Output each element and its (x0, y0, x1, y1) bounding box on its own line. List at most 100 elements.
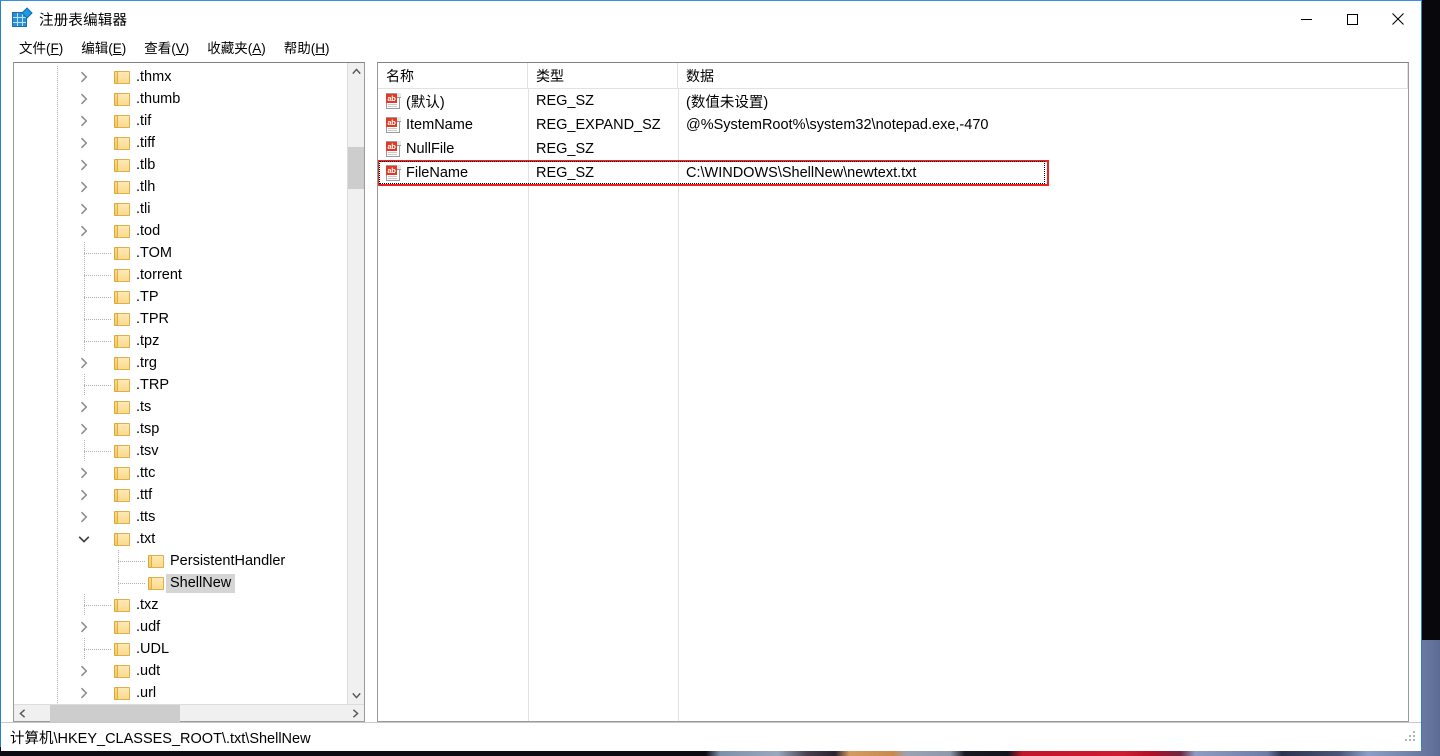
tree-item-persistenthandler[interactable]: PersistentHandler (14, 550, 347, 572)
tree-item-tsp[interactable]: .tsp (14, 418, 347, 440)
tree-vertical-scrollbar[interactable] (347, 63, 364, 704)
column-header-3[interactable]: 数据 (678, 63, 1408, 88)
tree-item-ts[interactable]: .ts (14, 396, 347, 418)
value-row[interactable]: ab (默认) REG_SZ (数值未设置) (378, 89, 1408, 113)
chevron-right-icon[interactable] (76, 619, 92, 635)
folder-icon (114, 620, 130, 635)
tree-item-tlb[interactable]: .tlb (14, 154, 347, 176)
tree-item-tpz[interactable]: .tpz (14, 330, 347, 352)
chevron-right-icon[interactable] (76, 113, 92, 129)
tree-item-label: .TPR (136, 311, 170, 327)
tree-item-ttc[interactable]: .ttc (14, 462, 347, 484)
tree-item-trp[interactable]: .TRP (14, 374, 347, 396)
values-list[interactable]: ab (默认) REG_SZ (数值未设置) ab ItemName REG_EXPAND_… (378, 89, 1408, 721)
menu-item-1[interactable]: 文件(F) (10, 37, 72, 60)
tree-guide-lines (14, 110, 347, 132)
tree-vscroll-track[interactable] (347, 80, 364, 687)
tree-guide-lines (14, 396, 347, 418)
tree-item-label: .TP (136, 289, 159, 305)
menu-item-4[interactable]: 收藏夹(A) (198, 37, 275, 60)
chevron-down-icon[interactable] (76, 531, 92, 547)
chevron-right-icon[interactable] (76, 179, 92, 195)
folder-icon (114, 70, 130, 85)
tree-item-shellnew[interactable]: ShellNew (14, 572, 347, 594)
tree-item-tiff[interactable]: .tiff (14, 132, 347, 154)
tree-item-thumb[interactable]: .thumb (14, 88, 347, 110)
chevron-right-icon[interactable] (76, 157, 92, 173)
value-row[interactable]: ab FileName REG_SZ C:\WINDOWS\ShellNew\newt… (378, 161, 1408, 185)
chevron-right-icon[interactable] (76, 355, 92, 371)
tree-item-tli[interactable]: .tli (14, 198, 347, 220)
tree-guide-lines (14, 660, 347, 682)
chevron-right-icon[interactable] (76, 465, 92, 481)
menu-item-3[interactable]: 查看(V) (135, 37, 198, 60)
folder-icon (114, 378, 130, 393)
column-header-1[interactable]: 名称 (378, 63, 528, 88)
tree-item-udt[interactable]: .udt (14, 660, 347, 682)
tree-item-tlh[interactable]: .tlh (14, 176, 347, 198)
value-name: FileName (406, 165, 469, 181)
chevron-right-icon[interactable] (76, 685, 92, 701)
tree-item-tpr[interactable]: .TPR (14, 308, 347, 330)
menu-item-5[interactable]: 帮助(H) (275, 37, 339, 60)
tree-item-udf[interactable]: .udf (14, 616, 347, 638)
chevron-right-icon[interactable] (76, 421, 92, 437)
chevron-right-icon[interactable] (76, 399, 92, 415)
folder-icon (114, 334, 130, 349)
registry-tree[interactable]: .thmx .thumb .tif .tiff .tlb .tlh .tli .tod .TOM… (14, 63, 347, 704)
scroll-down-icon[interactable] (348, 687, 365, 704)
tree-guide-lines (14, 242, 347, 264)
chevron-right-icon[interactable] (76, 223, 92, 239)
value-row[interactable]: ab NullFile REG_SZ (378, 137, 1408, 161)
tree-item-tom[interactable]: .TOM (14, 242, 347, 264)
resize-grip-icon[interactable] (1405, 731, 1417, 743)
tree-guide-lines (14, 638, 347, 660)
tree-item-label: .tlb (136, 157, 156, 173)
tree-item-udl[interactable]: .UDL (14, 638, 347, 660)
column-header-label: 名称 (386, 67, 414, 84)
scroll-up-icon[interactable] (348, 63, 365, 80)
menu-item-2[interactable]: 编辑(E) (72, 37, 135, 60)
tree-vscroll-thumb[interactable] (347, 146, 364, 190)
tree-item-tif[interactable]: .tif (14, 110, 347, 132)
tree-item-url[interactable]: .url (14, 682, 347, 704)
chevron-right-icon[interactable] (76, 69, 92, 85)
close-button[interactable] (1375, 1, 1421, 37)
tree-item-tod[interactable]: .tod (14, 220, 347, 242)
chevron-right-icon[interactable] (76, 509, 92, 525)
status-path: 计算机\HKEY_CLASSES_ROOT\.txt\ShellNew (10, 730, 311, 747)
value-data: (数值未设置) (686, 94, 769, 111)
chevron-right-icon[interactable] (76, 487, 92, 503)
values-column-header[interactable]: 名称 类型 数据 (378, 63, 1408, 89)
tree-item-tsv[interactable]: .tsv (14, 440, 347, 462)
chevron-right-icon[interactable] (76, 91, 92, 107)
tree-item-torrent[interactable]: .torrent (14, 264, 347, 286)
column-header-2[interactable]: 类型 (528, 63, 678, 88)
chevron-right-icon[interactable] (76, 201, 92, 217)
tree-item-txt[interactable]: .txt (14, 528, 347, 550)
chevron-right-icon[interactable] (76, 663, 92, 679)
tree-item-ttf[interactable]: .ttf (14, 484, 347, 506)
window-controls (1283, 1, 1421, 37)
tree-item-trg[interactable]: .trg (14, 352, 347, 374)
tree-horizontal-scrollbar[interactable] (14, 704, 364, 722)
minimize-button[interactable] (1283, 1, 1329, 37)
tree-item-tp[interactable]: .TP (14, 286, 347, 308)
maximize-button[interactable] (1329, 1, 1375, 37)
tree-item-tts[interactable]: .tts (14, 506, 347, 528)
tree-item-txz[interactable]: .txz (14, 594, 347, 616)
value-type: REG_SZ (536, 93, 595, 109)
value-row[interactable]: ab ItemName REG_EXPAND_SZ @%SystemRoot%\sys… (378, 113, 1408, 137)
folder-icon (114, 312, 130, 327)
folder-icon (114, 202, 130, 217)
scroll-right-icon[interactable] (347, 705, 364, 722)
scroll-left-icon[interactable] (14, 705, 31, 722)
tree-hscroll-track[interactable] (31, 704, 347, 722)
tree-guide-lines (14, 374, 347, 396)
folder-icon (114, 642, 130, 657)
tree-hscroll-thumb[interactable] (49, 704, 180, 722)
tree-item-label: .udf (136, 619, 161, 635)
tree-item-label: .udt (136, 663, 161, 679)
chevron-right-icon[interactable] (76, 135, 92, 151)
tree-item-thmx[interactable]: .thmx (14, 66, 347, 88)
